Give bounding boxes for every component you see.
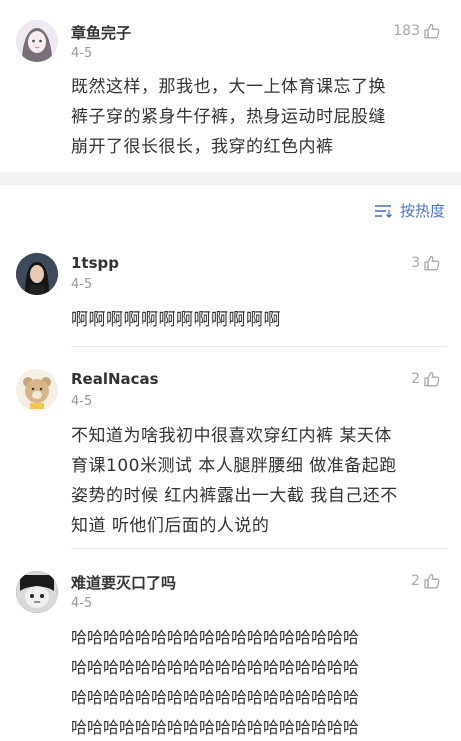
avatar[interactable] (16, 253, 58, 295)
thumbs-up-icon (424, 23, 440, 39)
thumbs-up-icon (424, 371, 440, 387)
comment-text: 啊啊啊啊啊啊啊啊啊啊啊啊 (71, 305, 281, 335)
like-count: 2 (411, 573, 420, 589)
like-button[interactable]: 183 (393, 22, 441, 40)
comment-line: 育课100米测试 本人腿胖腰细 做准备起跑 (71, 456, 397, 476)
like-button[interactable]: 2 (411, 572, 441, 590)
avatar-sketch-face-icon (16, 571, 58, 613)
username[interactable]: 1tspp (71, 254, 119, 272)
comment-date: 4-5 (71, 277, 93, 292)
comment-date: 4-5 (71, 596, 93, 611)
comment-line: 哈哈哈哈哈哈哈哈哈哈哈哈哈哈哈哈哈哈 (71, 628, 360, 647)
comment-date: 4-5 (71, 394, 93, 409)
divider (71, 548, 447, 549)
comment-text: 不知道为啥我初中很喜欢穿红内裤 某天体 育课100米测试 本人腿胖腰细 做准备起… (71, 421, 398, 541)
avatar[interactable] (16, 20, 58, 62)
comment-line: 知道 听他们后面的人说的 (71, 516, 270, 536)
comment-text: 哈哈哈哈哈哈哈哈哈哈哈哈哈哈哈哈哈哈 哈哈哈哈哈哈哈哈哈哈哈哈哈哈哈哈哈哈 哈哈… (71, 623, 359, 741)
comment-text: 既然这样，那我也，大一上体育课忘了换 裤子穿的紧身牛仔裤，热身运动时屁股缝 崩开… (71, 72, 386, 162)
sort-icon (374, 204, 392, 218)
sort-button[interactable]: 按热度 (374, 200, 445, 221)
comment-line: 既然这样，那我也，大一上体育课忘了换 (71, 77, 386, 97)
sort-label: 按热度 (399, 202, 445, 220)
avatar-girl-icon (16, 20, 58, 62)
comment-line: 崩开了很长很长，我穿的红色内裤 (71, 137, 334, 157)
avatar-bear-icon (16, 369, 58, 411)
like-count: 2 (411, 371, 420, 387)
avatar[interactable] (16, 571, 58, 613)
comment-line: 姿势的时候 红内裤露出一大截 我自己还不 (71, 486, 398, 506)
thumbs-up-icon (424, 573, 440, 589)
username[interactable]: 难道要灭口了吗 (71, 572, 176, 593)
main-comment: 章鱼完子 4-5 183 既然这样，那我也，大一上体育课忘了换 裤子穿的紧身牛仔… (0, 0, 461, 172)
like-count: 183 (393, 23, 420, 39)
avatar-portrait-icon (16, 253, 58, 295)
thumbs-up-icon (424, 255, 440, 271)
like-button[interactable]: 2 (411, 370, 441, 388)
like-count: 3 (411, 255, 420, 271)
comment-line: 裤子穿的紧身牛仔裤，热身运动时屁股缝 (71, 107, 386, 127)
comment-page: 章鱼完子 4-5 183 既然这样，那我也，大一上体育课忘了换 裤子穿的紧身牛仔… (0, 0, 461, 741)
username[interactable]: RealNacas (71, 370, 159, 388)
comment-line: 哈哈哈哈哈哈哈哈哈哈哈哈哈哈哈哈哈哈 (71, 688, 360, 707)
section-divider (0, 172, 461, 185)
comment-line: 啊啊啊啊啊啊啊啊啊啊啊啊 (71, 310, 281, 330)
comment-date: 4-5 (71, 46, 93, 61)
avatar[interactable] (16, 369, 58, 411)
comment-line: 不知道为啥我初中很喜欢穿红内裤 某天体 (71, 426, 392, 446)
like-button[interactable]: 3 (411, 254, 441, 272)
divider (71, 346, 447, 347)
comment-line: 哈哈哈哈哈哈哈哈哈哈哈哈哈哈哈哈哈哈 (71, 718, 360, 737)
comment-line: 哈哈哈哈哈哈哈哈哈哈哈哈哈哈哈哈哈哈 (71, 658, 360, 677)
username[interactable]: 章鱼完子 (71, 22, 131, 43)
